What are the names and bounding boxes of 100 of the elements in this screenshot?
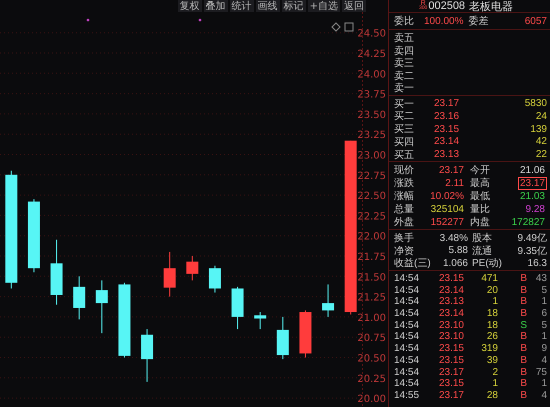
price-axis-label: 20.75 (357, 333, 386, 344)
trade-side: S (519, 320, 527, 331)
trade-volume: 20 (486, 284, 498, 296)
trade-price: 23.13 (438, 296, 464, 308)
toolbar-button[interactable]: 返回 (342, 0, 366, 12)
bid-label: 买四 (394, 136, 415, 149)
trade-side: B (519, 343, 527, 354)
trade-price: 23.14 (438, 308, 464, 320)
stat-value: 23.17 (518, 176, 547, 190)
trade-side: B (519, 378, 527, 390)
trade-volume: 18 (486, 320, 498, 331)
trade-price: 23.15 (438, 273, 464, 284)
bid-volume: 139 (529, 124, 547, 135)
trade-time: 14:54 (394, 284, 420, 296)
trade-count: 1 (540, 331, 547, 342)
price-axis-label: 21.50 (357, 272, 386, 284)
price-axis-label: 24.50 (357, 28, 386, 40)
stat-label: PE(动) (471, 257, 503, 270)
trade-side: B (519, 296, 527, 308)
price-axis-label: 22.00 (357, 232, 386, 243)
bid-price: 23.17 (433, 98, 460, 109)
marker-dot (86, 18, 90, 22)
trade-count: 6 (540, 308, 547, 320)
bid-label: 买一 (394, 98, 415, 110)
trade-price: 23.10 (438, 331, 464, 342)
price-axis-label: 20.00 (357, 394, 386, 406)
stat-value: 9.35亿 (516, 244, 547, 258)
stat-value: 3.48% (438, 232, 468, 244)
price-axis-label: 23.75 (357, 90, 386, 101)
toolbar-button[interactable]: 复权 (178, 0, 202, 12)
stat-label: 现价 (394, 164, 415, 178)
stat-value: 325104 (430, 202, 465, 216)
trade-price: 23.17 (438, 390, 464, 401)
stat-label: 总量 (394, 202, 415, 216)
stat-value: 172827 (510, 216, 546, 229)
stat-value: 1.066 (442, 258, 468, 269)
toolbar-button[interactable]: 标记 (282, 0, 306, 12)
toolbar-button[interactable]: 叠加 (204, 0, 228, 12)
stat-value: 21.06 (518, 164, 546, 177)
toolbar-button[interactable]: 统计 (230, 0, 254, 12)
trade-price: 23.14 (438, 284, 464, 296)
price-axis-label: 23.50 (357, 110, 386, 121)
trade-time: 14:54 (394, 366, 420, 378)
trade-volume: 2 (491, 366, 498, 378)
trade-side: B (519, 354, 527, 366)
stat-label: 今开 (469, 164, 491, 178)
bid-price: 23.16 (433, 110, 460, 122)
ask-label: 卖四 (394, 44, 415, 58)
ask-label: 卖二 (394, 70, 415, 82)
trade-volume: 471 (480, 273, 498, 284)
trade-time: 14:54 (394, 296, 420, 308)
trade-side: B (519, 284, 527, 296)
window-icon[interactable] (344, 22, 354, 32)
trade-count: 5 (540, 320, 547, 331)
field-label: 委差 (468, 14, 490, 28)
trade-count: 4 (540, 390, 547, 401)
trade-time: 14:54 (394, 308, 420, 320)
stat-label: 股本 (471, 232, 493, 246)
trade-price: 23.15 (438, 378, 464, 390)
price-axis-label: 24.00 (357, 69, 386, 80)
ask-label: 卖一 (394, 82, 415, 95)
trade-time: 14:54 (394, 331, 420, 342)
trade-price: 23.15 (438, 354, 464, 366)
stat-value: 9.49亿 (516, 232, 547, 246)
stat-label: 量比 (469, 202, 491, 216)
price-axis-label: 23.00 (357, 150, 386, 162)
trade-side: B (519, 273, 527, 284)
price-axis-label: 22.25 (357, 211, 386, 222)
price-axis-label: 20.50 (357, 354, 386, 364)
bid-price: 23.13 (433, 149, 460, 160)
stat-value: 2.11 (444, 176, 465, 190)
stock-name: 老板电器 (469, 0, 514, 14)
marker-dot (198, 18, 202, 22)
stat-value: 23.17 (438, 164, 465, 177)
stat-value: 9.28 (524, 202, 546, 216)
trade-count: 9 (540, 343, 547, 354)
stat-value: 5.88 (448, 245, 468, 256)
stat-value: 16.3 (526, 258, 547, 269)
trade-time: 14:54 (394, 273, 420, 284)
trade-count: 1 (540, 378, 547, 390)
trade-side: B (519, 390, 527, 401)
toolbar-button[interactable]: 画线 (256, 0, 280, 12)
diamond-icon[interactable] (331, 22, 341, 32)
trade-volume: 39 (486, 354, 498, 366)
trade-side: B (519, 366, 527, 378)
trade-time: 14:54 (394, 378, 420, 390)
toolbar-button[interactable]: +自选 (308, 0, 340, 12)
ask-label: 卖三 (394, 56, 415, 70)
trade-count: 4 (540, 354, 547, 366)
trade-volume: 18 (486, 308, 498, 320)
stat-label: 流通 (471, 244, 493, 258)
bid-price: 23.15 (433, 124, 460, 135)
price-axis-label: 22.75 (357, 170, 386, 182)
stat-label: 涨跌 (394, 176, 415, 190)
trade-count: 43 (534, 273, 547, 284)
bid-price: 23.14 (433, 136, 460, 148)
price-axis-label: 21.25 (357, 292, 386, 304)
trade-price: 23.17 (438, 366, 464, 378)
stat-label: 收益(三) (394, 257, 432, 270)
price-axis-label: 22.50 (357, 191, 386, 202)
